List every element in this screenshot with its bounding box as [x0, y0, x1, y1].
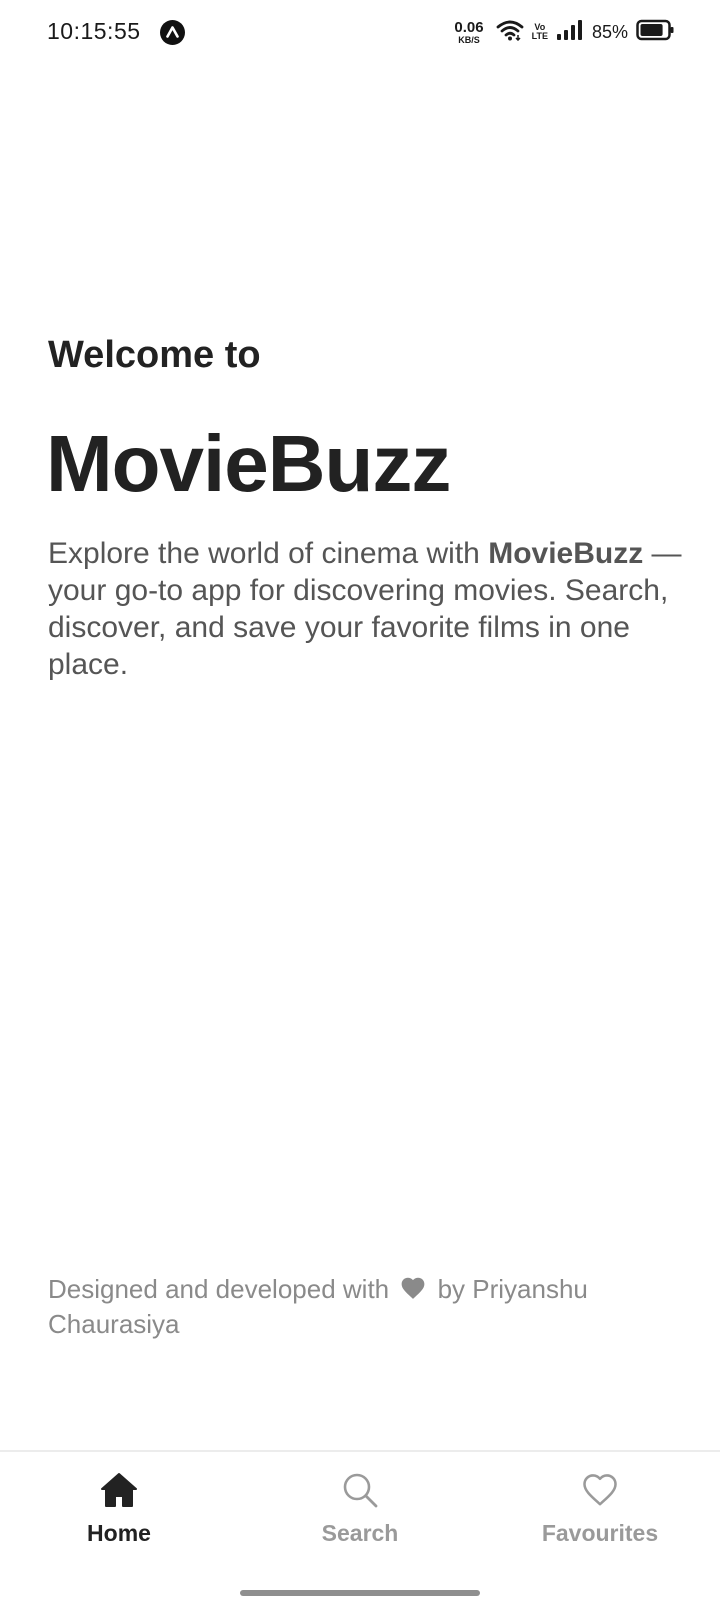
status-time: 10:15:55: [47, 18, 141, 44]
battery-icon: [636, 19, 674, 46]
nav-label-home: Home: [87, 1520, 151, 1546]
network-speed-value: 0.06: [454, 18, 484, 36]
status-bar: 10:15:55 0.06 KB/S Vo LTE 85%: [0, 0, 720, 64]
description-app-name: MovieBuzz: [488, 537, 644, 570]
nav-label-favourites: Favourites: [541, 1520, 659, 1546]
description-intro: Explore the world of cinema with: [48, 537, 489, 570]
credit-text: Designed and developed with by Priyanshu…: [48, 1273, 688, 1341]
nav-item-home[interactable]: Home: [19, 1470, 219, 1547]
volte-bottom: LTE: [531, 31, 548, 41]
nav-item-search[interactable]: Search: [260, 1470, 460, 1547]
home-icon: [99, 1470, 139, 1510]
app-description: Explore the world of cinema with MovieBu…: [48, 535, 688, 683]
battery-percent: 85%: [591, 21, 628, 42]
search-icon: [340, 1470, 380, 1510]
welcome-heading: Welcome to: [48, 334, 261, 376]
wifi-icon: [496, 19, 524, 46]
signal-icon: [556, 19, 584, 46]
status-indicators: 0.06 KB/S Vo LTE 85%: [454, 18, 674, 46]
network-speed-unit: KB/S: [458, 34, 480, 45]
network-speed: 0.06 KB/S: [454, 20, 483, 45]
heart-icon: [400, 1275, 426, 1308]
app-notification-icon: [160, 20, 185, 45]
heart-outline-icon: [580, 1470, 620, 1510]
app-title: MovieBuzz: [46, 419, 451, 508]
gesture-navigation-bar[interactable]: [240, 1590, 480, 1596]
nav-item-favourites[interactable]: Favourites: [500, 1470, 700, 1547]
volte-icon: Vo LTE: [532, 23, 548, 41]
credit-prefix: Designed and developed with: [48, 1274, 397, 1304]
nav-label-search: Search: [321, 1520, 399, 1546]
bottom-navigation: Home Search Favourites: [0, 1450, 720, 1600]
